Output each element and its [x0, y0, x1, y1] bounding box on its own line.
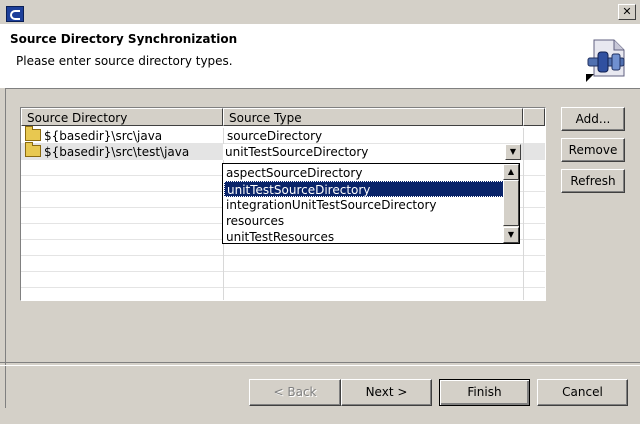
cancel-button[interactable]: Cancel: [537, 379, 628, 406]
scroll-up-icon[interactable]: ▲: [503, 164, 519, 180]
next-button[interactable]: Next >: [341, 379, 432, 406]
finish-button[interactable]: Finish: [439, 379, 530, 406]
page-title: Source Directory Synchronization: [10, 32, 238, 46]
column-header-source-type[interactable]: Source Type: [223, 108, 523, 126]
scroll-thumb[interactable]: [503, 180, 519, 226]
wizard-header: Source Directory Synchronization Please …: [0, 24, 640, 89]
table-row: [21, 272, 545, 288]
remove-button[interactable]: Remove: [561, 138, 625, 162]
folder-icon: [25, 126, 41, 141]
source-type-dropdown-list[interactable]: aspectSourceDirectory unitTestSourceDire…: [222, 163, 520, 244]
eclipse-icon[interactable]: [6, 6, 24, 22]
table-row: [21, 256, 545, 272]
page-description: Please enter source directory types.: [16, 54, 233, 68]
dropdown-option[interactable]: unitTestResources: [224, 229, 504, 245]
table-header: Source Directory Source Type: [21, 108, 545, 128]
plugin-wizard-icon: [586, 39, 625, 82]
footer-separator: [0, 362, 640, 366]
refresh-button[interactable]: Refresh: [561, 169, 625, 193]
back-button[interactable]: < Back: [249, 379, 341, 406]
dropdown-scrollbar[interactable]: ▲ ▼: [503, 164, 519, 243]
scroll-down-icon[interactable]: ▼: [503, 227, 519, 243]
directory-text: ${basedir}\src\java: [44, 129, 163, 143]
type-cell: sourceDirectory: [227, 129, 323, 143]
dropdown-option[interactable]: aspectSourceDirectory: [224, 165, 504, 181]
add-button[interactable]: Add...: [561, 107, 625, 131]
dropdown-option[interactable]: integrationUnitTestSourceDirectory: [224, 197, 504, 213]
directory-cell: ${basedir}\src\java: [25, 126, 163, 144]
dropdown-option[interactable]: resources: [224, 213, 504, 229]
column-divider: [523, 128, 524, 300]
directory-text: ${basedir}\src\test\java: [44, 145, 190, 159]
title-bar: ✕: [0, 0, 640, 24]
close-button[interactable]: ✕: [618, 4, 636, 20]
column-header-filler: [523, 108, 545, 126]
table-row[interactable]: ${basedir}\src\java sourceDirectory: [21, 126, 545, 144]
column-header-source-directory[interactable]: Source Directory: [21, 108, 223, 126]
dropdown-option-selected[interactable]: unitTestSourceDirectory: [224, 181, 504, 197]
left-edge: [0, 88, 6, 408]
source-type-combo[interactable]: unitTestSourceDirectory ▼: [223, 144, 521, 160]
directory-cell: ${basedir}\src\test\java: [25, 142, 190, 160]
folder-icon: [25, 142, 41, 157]
combo-value: unitTestSourceDirectory: [225, 145, 369, 159]
combo-dropdown-button[interactable]: ▼: [505, 144, 521, 160]
